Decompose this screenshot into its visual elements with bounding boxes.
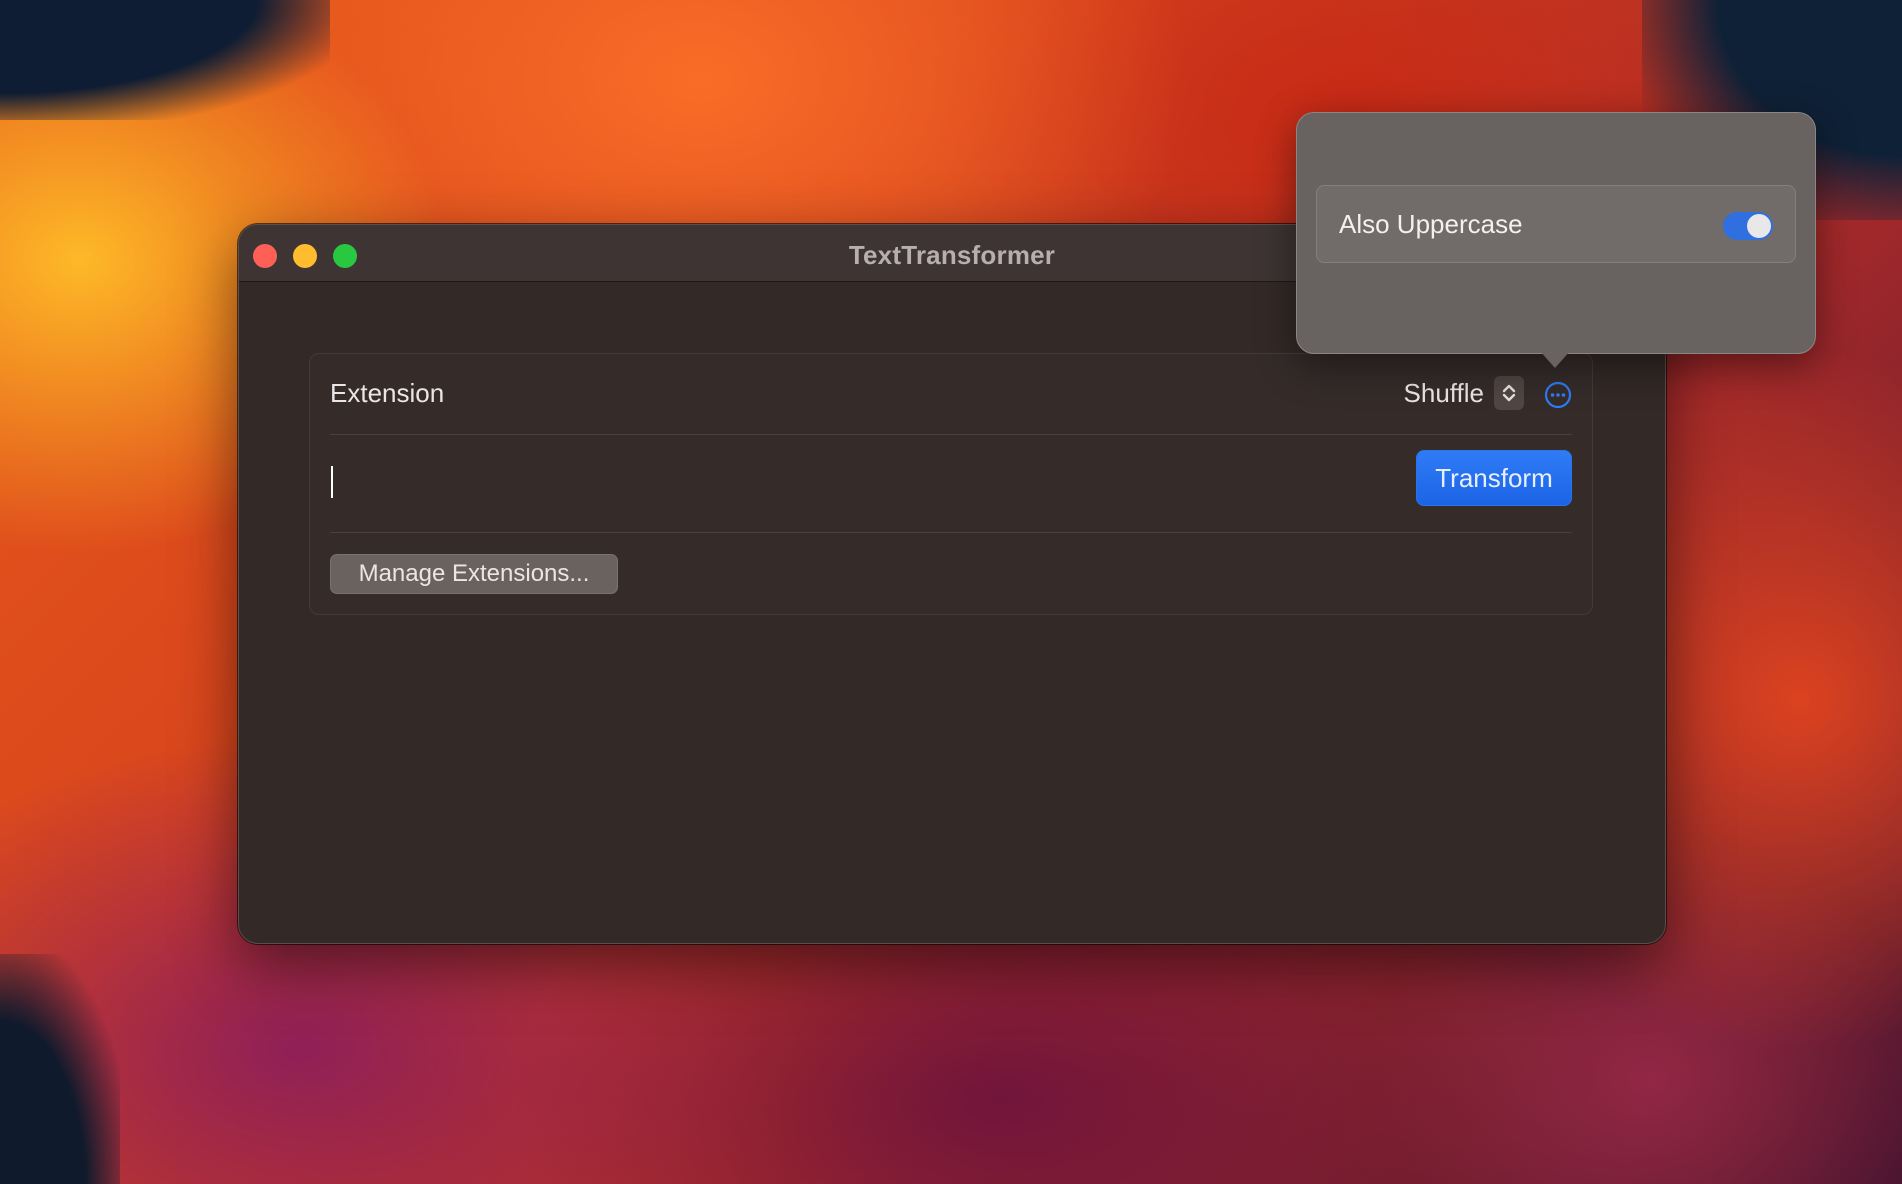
transform-button[interactable]: Transform [1416,450,1572,506]
desktop-wallpaper: TextTransformer Extension Shuffle Transf… [0,0,1902,1184]
also-uppercase-toggle[interactable] [1723,212,1773,240]
chevron-up-down-icon [1494,376,1524,410]
manage-row: Manage Extensions... [330,532,1572,614]
options-popover: Also Uppercase [1296,112,1816,354]
form-group: Extension Shuffle Transform Manage Exten… [309,353,1593,615]
toggle-knob [1747,214,1771,238]
popover-arrow [1539,350,1571,368]
text-input[interactable] [330,434,1390,532]
wallpaper-shape [0,954,120,1184]
ellipsis-circle-icon[interactable] [1544,381,1572,409]
extension-selected-value: Shuffle [1403,377,1484,408]
wallpaper-shape [0,0,330,120]
extension-label: Extension [330,378,445,408]
text-cursor [331,466,333,498]
manage-extensions-button[interactable]: Manage Extensions... [330,554,618,594]
also-uppercase-label: Also Uppercase [1339,209,1523,239]
extension-popup-button[interactable]: Shuffle [1404,376,1524,410]
option-row: Also Uppercase [1316,185,1796,263]
input-row: Transform [330,434,1572,533]
extension-row: Extension Shuffle [330,354,1572,435]
